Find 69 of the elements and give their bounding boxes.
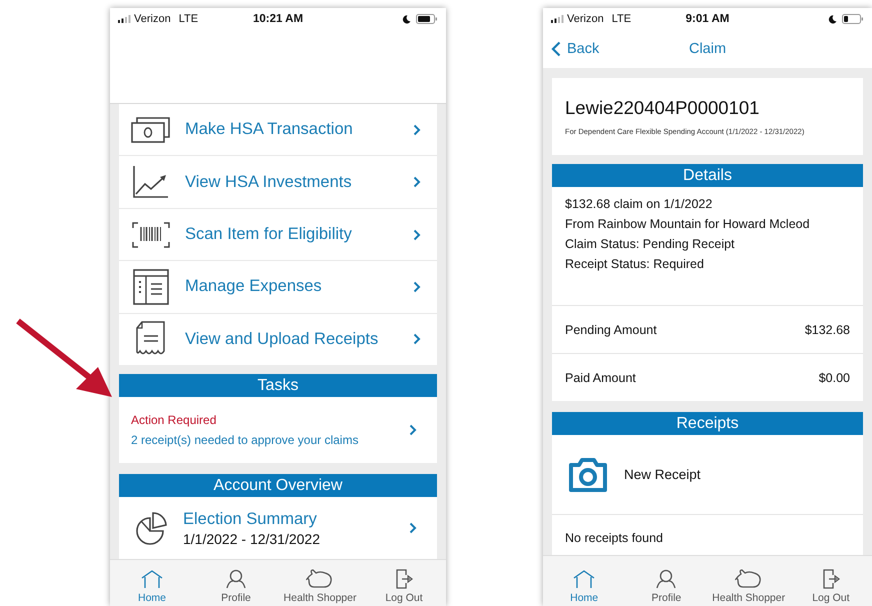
chevron-icon <box>413 280 421 293</box>
detail-text: From Rainbow Mountain for Howard Mcleod <box>565 217 811 231</box>
tab[interactable]: Profile <box>194 560 278 606</box>
barcode-icon <box>131 222 171 248</box>
amount-label: Paid Amount <box>565 370 636 384</box>
task-message: 2 receipt(s) needed to approve your claims <box>131 433 360 447</box>
carrier-name: Verizon <box>567 13 604 25</box>
item-title: Election Summary <box>183 510 318 528</box>
section-title: Account Overview <box>214 476 342 494</box>
tab[interactable]: Health Shopper <box>278 560 362 606</box>
detail-text: Claim Status: Pending Receipt <box>565 237 736 251</box>
chevron-icon <box>413 176 421 188</box>
new-receipt-item[interactable]: New Receipt <box>552 435 863 515</box>
task-item[interactable]: Action Required 2 receipt(s) needed to approve your claims <box>119 397 437 463</box>
line-chart-icon <box>131 166 171 198</box>
home-icon <box>140 569 164 589</box>
clock-time: 10:21 AM <box>252 13 304 25</box>
date-range: 1/1/2022 - 12/31/2022 <box>183 530 322 546</box>
chevron-icon <box>413 333 421 346</box>
profile-icon <box>655 569 678 589</box>
home-icon <box>572 569 596 589</box>
signal-icon <box>118 15 131 23</box>
section-title: Tasks <box>258 376 298 394</box>
menu-item[interactable]: Scan Item for Eligibility <box>119 208 437 262</box>
section-title: Receipts <box>676 414 739 432</box>
menu-item[interactable]: Make HSA Transaction <box>119 104 437 156</box>
tab[interactable]: Home <box>110 560 194 606</box>
tab[interactable]: Log Out <box>362 560 446 606</box>
amount-label: Pending Amount <box>565 322 657 336</box>
network-type: LTE <box>612 13 632 25</box>
piggy-bank-icon <box>734 569 763 589</box>
moon-icon <box>828 14 837 24</box>
money-icon <box>131 116 171 143</box>
moon-icon <box>402 14 411 24</box>
menu-item[interactable]: Manage Expenses <box>119 261 437 314</box>
amount-value: $0.00 <box>818 370 850 384</box>
empty-message: No receipts found <box>565 531 663 545</box>
detail-text: Receipt Status: Required <box>565 257 705 271</box>
clock-time: 9:01 AM <box>686 13 730 25</box>
chevron-icon <box>409 522 417 534</box>
camera-icon <box>568 458 608 492</box>
carrier-name: Verizon <box>134 13 171 25</box>
tab[interactable]: Profile <box>625 556 708 606</box>
battery-icon <box>416 14 438 24</box>
pie-chart-icon <box>135 511 169 545</box>
menu-item[interactable]: View and Upload Receipts <box>119 314 437 366</box>
chevron-icon <box>413 228 421 241</box>
chevron-icon <box>409 424 417 436</box>
overview-item[interactable]: Election Summary 1/1/2022 - 12/31/2022 <box>119 497 437 559</box>
detail-text: $132.68 claim on 1/1/2022 <box>565 197 714 211</box>
tab[interactable]: Home <box>543 556 626 606</box>
tab[interactable]: Health Shopper <box>708 556 790 606</box>
chevron-icon <box>413 124 421 136</box>
claim-id: Lewie220404P0000101 <box>565 97 760 119</box>
network-type: LTE <box>178 13 198 25</box>
signal-icon <box>551 15 564 23</box>
amount-value: $132.68 <box>804 322 850 336</box>
piggy-bank-icon <box>306 569 334 589</box>
section-title: Details <box>683 166 732 184</box>
back-button[interactable]: Back <box>551 39 600 59</box>
profile-icon <box>225 569 247 589</box>
back-icon <box>551 41 561 57</box>
alert-text: Action Required <box>131 413 218 427</box>
arrow-icon <box>14 317 114 399</box>
tab[interactable]: Log Out <box>790 556 872 606</box>
menu-item[interactable]: View HSA Investments <box>119 156 437 209</box>
screen-title: Claim <box>688 41 726 57</box>
battery-icon <box>842 14 864 24</box>
list-icon <box>131 268 171 305</box>
